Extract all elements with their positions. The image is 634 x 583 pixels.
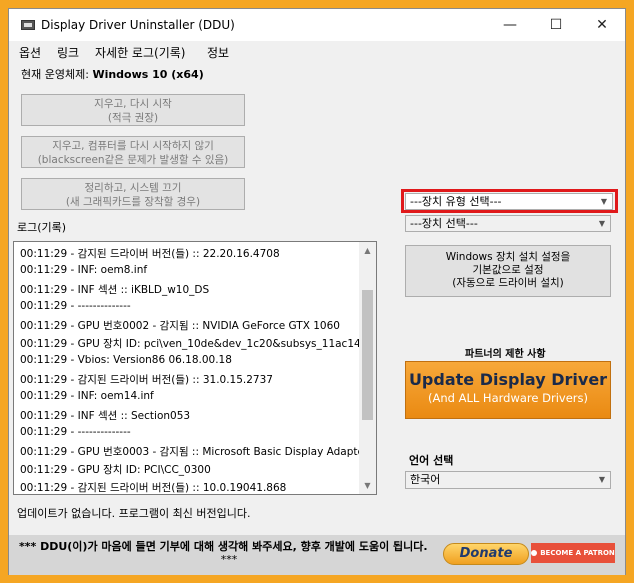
clean-no-restart-button[interactable]: 지우고, 컴퓨터를 다시 시작하지 않기 (blackscreen같은 문제가 … (21, 136, 245, 168)
device-value: ---장치 선택--- (410, 217, 478, 230)
button-sublabel: (적극 권장) (107, 112, 159, 124)
log-line: 00:11:29 - INF 섹션 :: iKBLD_w10_DS (20, 284, 210, 296)
maximize-button[interactable]: ☐ (533, 9, 579, 41)
button-label: 지우고, 다시 시작 (94, 98, 172, 110)
chevron-down-icon: ▼ (600, 197, 607, 206)
patreon-button[interactable]: BECOME A PATRON (531, 543, 615, 563)
log-label: 로그(기록) (17, 221, 67, 234)
log-line: 00:11:29 - GPU 번호0002 - 감지됨 :: NVIDIA Ge… (20, 320, 340, 332)
device-type-select[interactable]: ---장치 유형 선택--- ▼ (405, 193, 613, 210)
scroll-up-icon[interactable]: ▲ (359, 242, 376, 259)
button-sublabel: (blackscreen같은 문제가 발생할 수 있음) (37, 154, 229, 166)
reset-driver-install-button[interactable]: Windows 장치 설치 설정을 기본값으로 설정 (자동으로 드라이버 설치… (405, 245, 611, 297)
button-sublabel: (새 그래픽카드를 장착할 경우) (65, 196, 201, 208)
log-line: 00:11:29 - Vbios: Version86 06.18.00.18 (20, 354, 232, 366)
scroll-down-icon[interactable]: ▼ (359, 477, 376, 494)
log-line: 00:11:29 - INF 섹션 :: Section053 (20, 410, 191, 422)
donation-text: *** DDU(이)가 마음에 들면 기부에 대해 생각해 봐주세요, 향후 개… (19, 540, 428, 553)
clean-and-restart-button[interactable]: 지우고, 다시 시작 (적극 권장) (21, 94, 245, 126)
menu-options[interactable]: 옵션 (19, 44, 41, 61)
menu-info[interactable]: 정보 (207, 44, 229, 61)
button-label: 정리하고, 시스템 끄기 (84, 182, 182, 194)
language-select[interactable]: 한국어 ▼ (405, 471, 611, 489)
menu-bar: 옵션 링크 자세한 로그(기록) 정보 (9, 41, 625, 61)
donation-text-end: *** (220, 553, 238, 566)
footer-bar: *** DDU(이)가 마음에 들면 기부에 대해 생각해 봐주세요, 향후 개… (9, 535, 625, 575)
log-line: 00:11:29 - -------------- (20, 426, 131, 438)
status-text: 업데이트가 없습니다. 프로그램이 최신 버전입니다. (17, 507, 251, 520)
button-label: 지우고, 컴퓨터를 다시 시작하지 않기 (52, 140, 214, 152)
log-line: 00:11:29 - INF: oem14.inf (20, 390, 154, 402)
log-scrollbar[interactable]: ▲ ▼ (359, 242, 376, 494)
banner-title: Update Display Driver (408, 370, 608, 389)
minimize-button[interactable]: — (487, 9, 533, 41)
log-line: 00:11:29 - 감지된 드라이버 버전(들) :: 10.0.19041.… (20, 482, 287, 494)
log-line: 00:11:29 - GPU 장치 ID: pci\ven_10de&dev_1… (20, 338, 375, 350)
window-title: Display Driver Uninstaller (DDU) (41, 18, 235, 32)
log-line: 00:11:29 - INF: oem8.inf (20, 264, 148, 276)
device-type-value: ---장치 유형 선택--- (410, 195, 502, 208)
os-value: Windows 10 (x64) (92, 68, 204, 81)
language-value: 한국어 (410, 473, 441, 486)
patreon-label: BECOME A PATRON (540, 549, 615, 557)
log-line: 00:11:29 - -------------- (20, 300, 131, 312)
scroll-thumb[interactable] (362, 290, 373, 420)
log-line: 00:11:29 - 감지된 드라이버 버전(들) :: 31.0.15.273… (20, 374, 273, 386)
button-sublabel: (자동으로 드라이버 설치) (452, 277, 564, 289)
log-line: 00:11:29 - 감지된 드라이버 버전(들) :: 22.20.16.47… (20, 248, 280, 260)
log-list[interactable]: 00:11:29 - 감지된 드라이버 버전(들) :: 22.20.16.47… (13, 241, 377, 495)
menu-links[interactable]: 링크 (57, 44, 79, 61)
log-line: 00:11:29 - GPU 장치 ID: PCI\CC_0300 (20, 464, 211, 476)
app-icon (21, 20, 35, 30)
chevron-down-icon: ▼ (598, 475, 605, 484)
partner-label: 파트너의 제한 사항 (465, 349, 546, 360)
title-bar: Display Driver Uninstaller (DDU) — ☐ ✕ (9, 9, 625, 41)
button-label: Windows 장치 설치 설정을 (445, 251, 571, 263)
language-label: 언어 선택 (409, 454, 454, 467)
banner-subtitle: (And ALL Hardware Drivers) (428, 391, 588, 405)
button-label: 기본값으로 설정 (472, 264, 544, 276)
update-driver-banner[interactable]: Update Display Driver (And ALL Hardware … (405, 361, 611, 419)
chevron-down-icon: ▼ (598, 219, 605, 228)
menu-detailed-log[interactable]: 자세한 로그(기록) (95, 44, 185, 61)
log-line: 00:11:29 - GPU 번호0003 - 감지됨 :: Microsoft… (20, 446, 369, 458)
clean-and-shutdown-button[interactable]: 정리하고, 시스템 끄기 (새 그래픽카드를 장착할 경우) (21, 178, 245, 210)
os-label: 현재 운영체제: (21, 68, 89, 81)
patreon-icon (531, 550, 538, 556)
os-info: 현재 운영체제: Windows 10 (x64) (21, 66, 204, 82)
device-select[interactable]: ---장치 선택--- ▼ (405, 215, 611, 232)
app-window: Display Driver Uninstaller (DDU) — ☐ ✕ 옵… (8, 8, 626, 575)
close-button[interactable]: ✕ (579, 9, 625, 41)
donation-message: *** DDU(이)가 마음에 들면 기부에 대해 생각해 봐주세요, 향후 개… (19, 540, 439, 566)
donate-button[interactable]: Donate (443, 543, 529, 565)
